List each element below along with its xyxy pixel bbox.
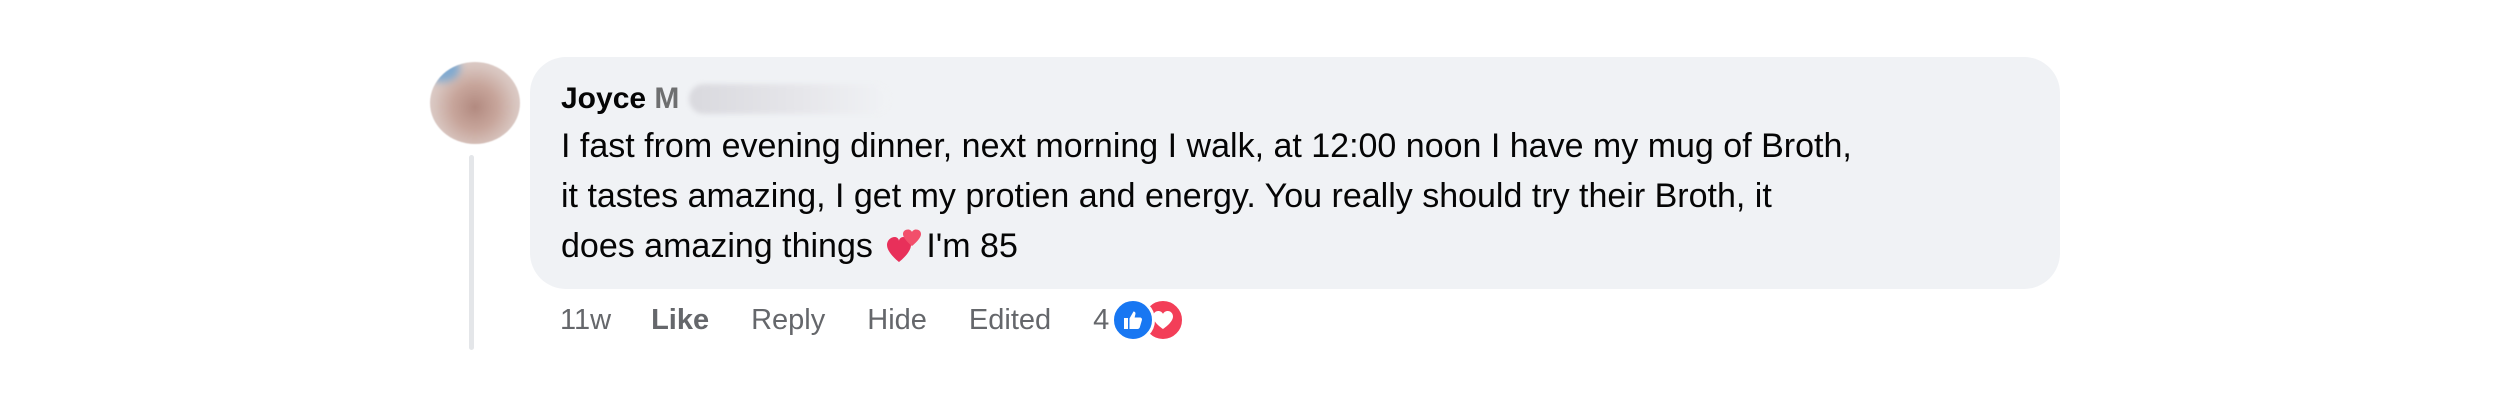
comment-line-3: does amazing things I'm 85 xyxy=(561,221,2026,271)
author-row: Joyce M xyxy=(561,79,2026,119)
redacted-surname xyxy=(689,84,890,114)
comment-line-2: it tastes amazing, I get my protien and … xyxy=(561,177,1772,215)
like-button[interactable]: Like xyxy=(651,304,709,337)
comment-line-1: I fast from evening dinner, next morning… xyxy=(561,127,1852,165)
avatar[interactable] xyxy=(430,62,520,144)
timestamp[interactable]: 11w xyxy=(560,304,611,337)
author-initial: M xyxy=(654,82,680,115)
reactions-summary[interactable] xyxy=(1111,296,1201,344)
like-reaction-icon xyxy=(1111,298,1156,342)
hide-button[interactable]: Hide xyxy=(867,304,927,337)
comment-line-3-text: does amazing things xyxy=(561,227,873,265)
edited-label[interactable]: Edited xyxy=(969,304,1051,337)
reply-button[interactable]: Reply xyxy=(751,304,825,337)
comment-actions: 11w Like Reply Hide Edited 4 xyxy=(560,296,1201,344)
author-name[interactable]: Joyce M xyxy=(561,79,679,119)
author-first-name: Joyce xyxy=(561,82,647,115)
reaction-count[interactable]: 4 xyxy=(1093,304,1109,337)
two-hearts-icon xyxy=(886,227,924,262)
thread-line xyxy=(469,155,474,350)
comment-bubble: Joyce M I fast from evening dinner, next… xyxy=(530,57,2060,289)
comment-canvas: Joyce M I fast from evening dinner, next… xyxy=(0,0,2500,400)
comment-text-after-emoji: I'm 85 xyxy=(926,227,1018,265)
